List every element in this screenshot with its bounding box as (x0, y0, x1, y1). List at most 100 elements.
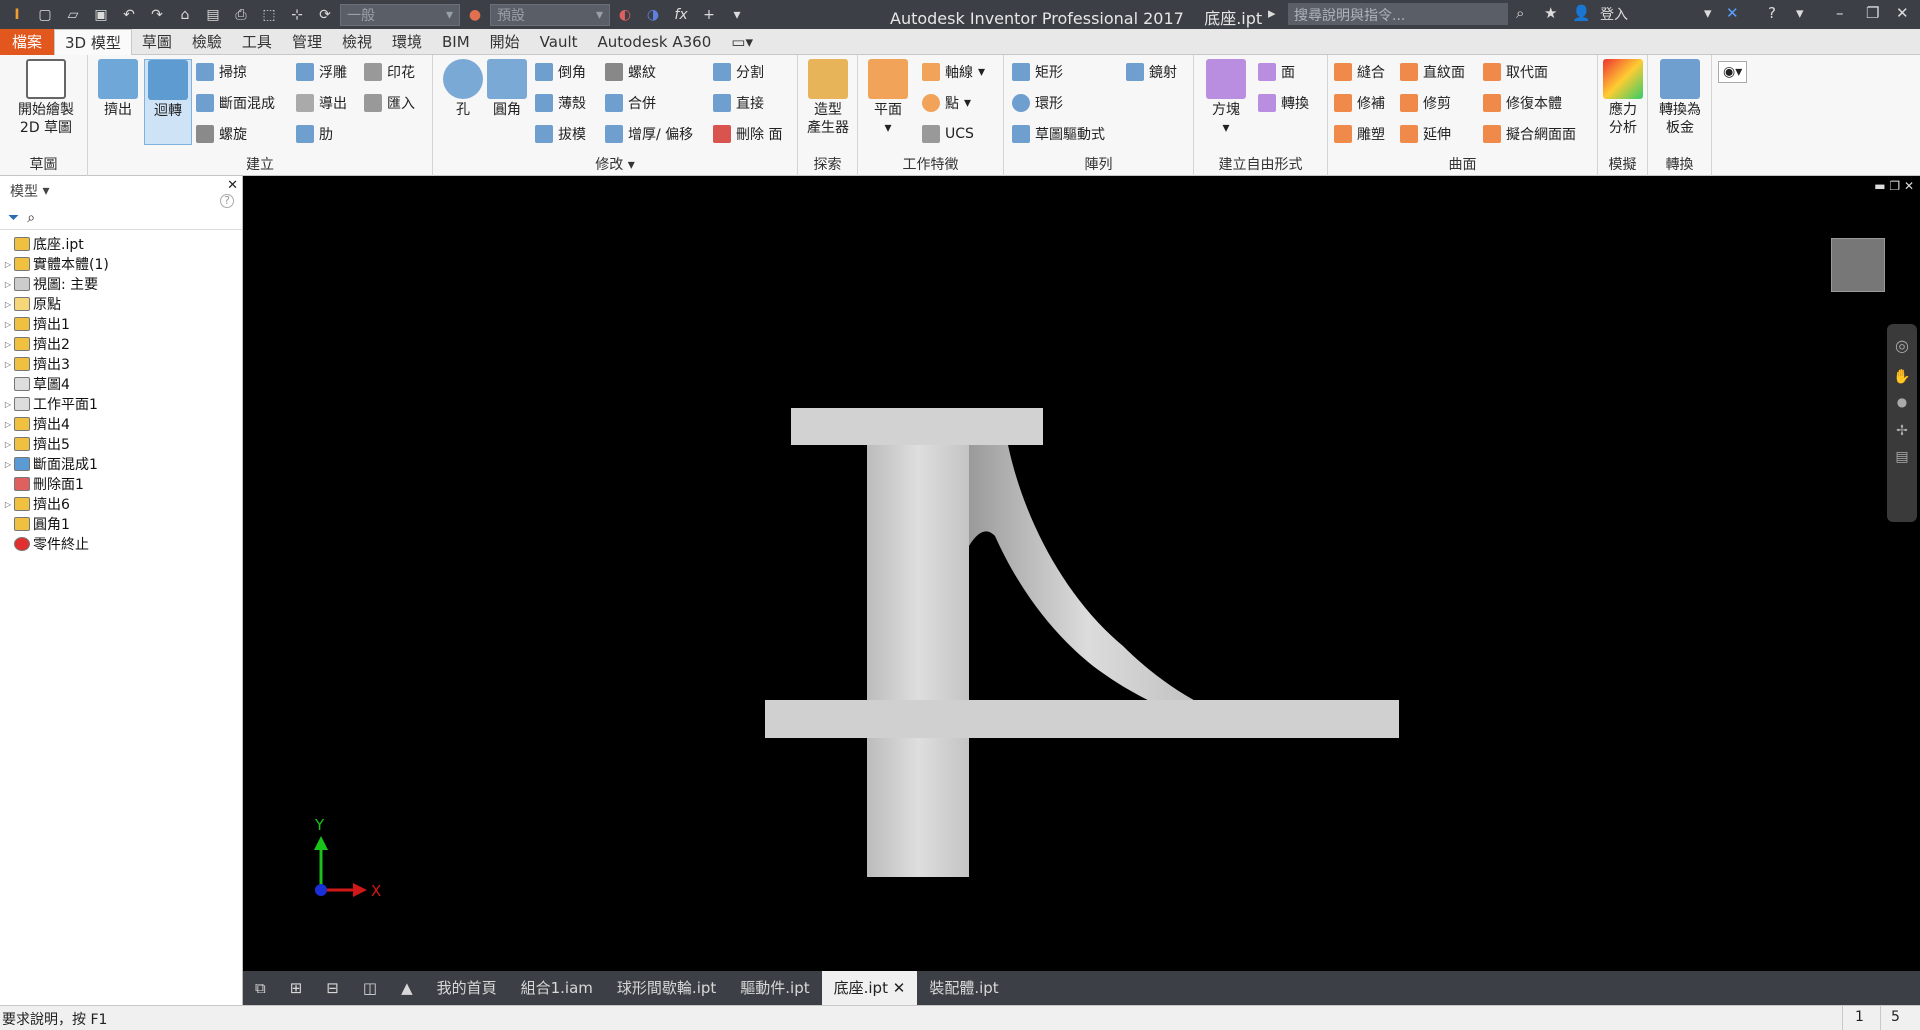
point-button[interactable]: 點 ▾ (922, 92, 971, 114)
look-at-icon[interactable]: ▤ (1887, 449, 1917, 465)
freeform-face-button[interactable]: 面 (1258, 61, 1295, 83)
decal-button[interactable]: 印花 (364, 61, 415, 83)
tree-item[interactable]: ▷ 原點 (2, 294, 242, 314)
close-icon[interactable]: ✕ (1896, 4, 1909, 22)
shape-generator-button[interactable]: 造型 產生器 (804, 59, 852, 137)
browser-header[interactable]: 模型 ▾ (0, 176, 242, 206)
tree-item[interactable]: 草圖4 (2, 374, 242, 394)
horizontal-split-icon[interactable]: ⊟ (314, 971, 351, 1005)
binoculars-icon[interactable]: ⌕ (27, 210, 35, 226)
convert-to-sheet-metal-button[interactable]: 轉換為 板金 (1656, 59, 1704, 137)
import-button[interactable]: 匯入 (364, 92, 415, 114)
redo-icon[interactable]: ↷ (144, 3, 170, 27)
freeform-box-button[interactable]: 方塊 ▾ (1202, 59, 1250, 137)
combine-button[interactable]: 合併 (605, 92, 656, 114)
open-file-icon[interactable]: ▱ (60, 3, 86, 27)
customize-qat-icon[interactable]: ▾ (724, 3, 750, 27)
doc-tab-home[interactable]: 我的首頁 (425, 971, 509, 1005)
filter-icon[interactable]: ⏷ (8, 210, 19, 226)
update-icon[interactable]: ⟳ (312, 3, 338, 27)
expand-search-icon[interactable]: ▸ (1268, 4, 1276, 22)
doc-tab-base[interactable]: 底座.ipt ✕ (821, 971, 918, 1005)
properties-icon[interactable]: ▤ (200, 3, 226, 27)
emboss-button[interactable]: 浮雕 (296, 61, 347, 83)
chevron-down-icon[interactable]: ▾ (1704, 4, 1712, 22)
expand-arrow-icon[interactable]: ▷ (2, 360, 14, 369)
tab-list-icon[interactable]: ▲ (389, 971, 425, 1005)
expand-arrow-icon[interactable]: ▷ (2, 460, 14, 469)
material-select[interactable]: 預設 ▾ (490, 3, 610, 26)
close-icon[interactable]: ✕ (893, 979, 906, 997)
pan-icon[interactable]: ✋ (1887, 369, 1917, 385)
star-icon[interactable]: ★ (1544, 4, 1557, 22)
tab-sketch[interactable]: 草圖 (132, 29, 182, 55)
viewport-window-controls[interactable]: ▬ ❐ ✕ (1874, 179, 1914, 193)
help-icon[interactable]: ? (1768, 4, 1776, 22)
color-wheel-icon[interactable]: ● (462, 3, 488, 27)
sculpt-button[interactable]: 雕塑 (1334, 123, 1385, 145)
rib-button[interactable]: 肋 (296, 123, 333, 145)
tree-item[interactable]: 零件終止 (2, 534, 242, 554)
undo-icon[interactable]: ↶ (116, 3, 142, 27)
axis-button[interactable]: 軸線 ▾ (922, 61, 985, 83)
fit-mesh-face-button[interactable]: 擬合網面面 (1483, 123, 1576, 145)
coil-button[interactable]: 螺旋 (196, 123, 247, 145)
new-file-icon[interactable]: ▢ (32, 3, 58, 27)
expand-arrow-icon[interactable]: ▷ (2, 420, 14, 429)
adjust-appearance-icon[interactable]: ◐ (612, 3, 638, 27)
arrange-icon[interactable]: ⊞ (278, 971, 315, 1005)
parameters-icon[interactable]: fx (668, 3, 694, 27)
tab-tools[interactable]: 工具 (232, 29, 282, 55)
tab-bim[interactable]: BIM (432, 29, 480, 55)
home-icon[interactable]: ⌂ (172, 3, 198, 27)
expand-arrow-icon[interactable]: ▷ (2, 400, 14, 409)
tree-item[interactable]: ▷ 擠出3 (2, 354, 242, 374)
tab-environments[interactable]: 環境 (382, 29, 432, 55)
measure-icon[interactable]: ⊹ (284, 3, 310, 27)
circular-pattern-button[interactable]: 環形 (1012, 92, 1063, 114)
start-2d-sketch-button[interactable]: 開始繪製 2D 草圖 (16, 59, 76, 137)
tab-file[interactable]: 檔案 (0, 28, 55, 55)
tree-item[interactable]: ▷ 擠出1 (2, 314, 242, 334)
chevron-down-icon[interactable]: ▾ (1796, 4, 1804, 22)
ucs-button[interactable]: UCS (922, 123, 974, 145)
expand-arrow-icon[interactable]: ▷ (2, 440, 14, 449)
ruled-surface-button[interactable]: 直紋面 (1400, 61, 1465, 83)
tab-a360[interactable]: Autodesk A360 (588, 29, 722, 55)
patch-button[interactable]: 修補 (1334, 92, 1385, 114)
thicken-button[interactable]: 增厚/ 偏移 (605, 123, 693, 145)
login-button[interactable]: 登入 (1600, 4, 1628, 24)
draft-button[interactable]: 拔模 (535, 123, 586, 145)
tree-item[interactable]: ▷ 擠出5 (2, 434, 242, 454)
trim-button[interactable]: 修剪 (1400, 92, 1451, 114)
close-icon[interactable]: ✕ (227, 178, 238, 193)
expand-arrow-icon[interactable]: ▷ (2, 260, 14, 269)
app-logo-icon[interactable]: I (4, 3, 30, 27)
doc-tab-driver[interactable]: 驅動件.ipt (728, 971, 821, 1005)
tab-get-started[interactable]: 開始 (480, 29, 530, 55)
appearance-select[interactable]: 一般 ▾ (340, 3, 460, 26)
select-icon[interactable]: ⬚ (256, 3, 282, 27)
extrude-button[interactable]: 擠出 (94, 59, 142, 119)
search-input[interactable]: 搜尋說明與指令... (1288, 3, 1508, 25)
viewcube-icon[interactable] (1831, 238, 1885, 292)
stitch-button[interactable]: 縫合 (1334, 61, 1385, 83)
help-icon[interactable]: ? (220, 194, 234, 208)
tree-item[interactable]: 刪除面1 (2, 474, 242, 494)
tree-item[interactable]: 底座.ipt (2, 234, 242, 254)
tab-vault[interactable]: Vault (530, 29, 588, 55)
fillet-button[interactable]: 圓角 (483, 59, 531, 119)
repair-bodies-button[interactable]: 修復本體 (1483, 92, 1562, 114)
expand-arrow-icon[interactable]: ▷ (2, 500, 14, 509)
binoculars-icon[interactable]: ⌕ (1516, 4, 1524, 22)
expand-arrow-icon[interactable]: ▷ (2, 340, 14, 349)
tree-item[interactable]: ▷ 視圖: 主要 (2, 274, 242, 294)
tree-item[interactable]: ▷ 擠出2 (2, 334, 242, 354)
doc-tab-geneva[interactable]: 球形間歇輪.ipt (605, 971, 728, 1005)
hole-button[interactable]: 孔 (439, 59, 487, 119)
thread-button[interactable]: 螺紋 (605, 61, 656, 83)
tree-item[interactable]: ▷ 擠出4 (2, 414, 242, 434)
add-icon[interactable]: + (696, 3, 722, 27)
ribbon-display-icon[interactable]: ▭▾ (721, 29, 763, 55)
expand-arrow-icon[interactable]: ▷ (2, 320, 14, 329)
